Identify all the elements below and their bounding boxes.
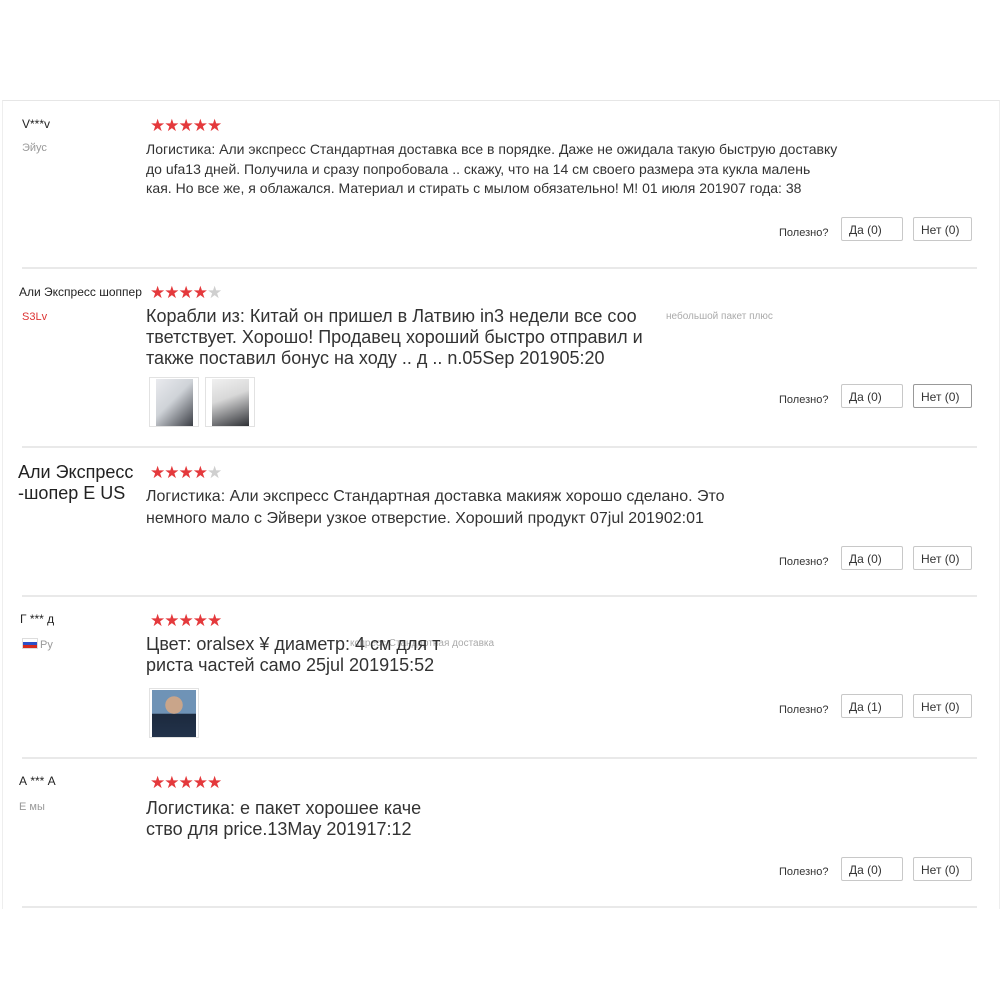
star-rating: ★★★★★ [150,283,222,302]
star-filled-icon: ★ [178,116,194,135]
review-photo-thumbnail[interactable] [149,688,199,738]
star-filled-icon: ★ [192,463,208,482]
review-text: Логистика: Али экспресс Стандартная дост… [146,141,838,196]
star-filled-icon: ★ [192,283,208,302]
reviewer-country: S3Lv [22,311,48,323]
star-filled-icon: ★ [207,611,222,630]
star-filled-icon: ★ [150,463,165,482]
helpful-label: Полезно? [779,394,829,406]
star-filled-icon: ★ [164,116,179,135]
star-filled-icon: ★ [150,283,165,302]
star-filled-icon: ★ [150,611,165,630]
star-filled-icon: ★ [207,773,222,792]
vote-no-button[interactable]: Нет (0) [913,694,972,718]
star-filled-icon: ★ [178,611,194,630]
star-filled-icon: ★ [192,116,208,135]
country-code: Ру [40,639,53,651]
star-rating: ★★★★★ [150,463,222,482]
vote-yes-button[interactable]: Да (0) [841,217,903,241]
review-text: Логистика: е пакет хорошее каче ство для… [146,798,422,839]
vote-yes-button[interactable]: Да (0) [841,857,903,881]
reviewer-name: Али Экспресс -шопер E US [18,462,134,503]
review-text: Корабли из: Китай он пришел в Латвию in3… [146,306,643,368]
star-empty-icon: ★ [207,463,222,482]
photo-image [156,379,193,426]
review-photo-thumbnail[interactable] [149,377,199,427]
star-rating: ★★★★★ [150,773,222,792]
star-filled-icon: ★ [192,773,208,792]
reviewer-country: Ру [22,638,53,651]
star-filled-icon: ★ [150,116,165,135]
divider [22,757,977,759]
divider [22,906,977,908]
divider [22,446,977,448]
vote-no-button[interactable]: Нет (0) [913,546,972,570]
helpful-label: Полезно? [779,227,829,239]
reviewer-country: E мы [19,801,45,813]
helpful-label: Полезно? [779,704,829,716]
star-filled-icon: ★ [164,463,179,482]
photo-image [212,379,249,426]
helpful-label: Полезно? [779,866,829,878]
vote-yes-button[interactable]: Да (0) [841,384,903,408]
reviewer-name: Али Экспресс шоппер [19,285,142,299]
vote-no-button[interactable]: Нет (0) [913,217,972,241]
reviewer-name: А *** А [19,774,56,788]
vote-no-button[interactable]: Нет (0) [913,857,972,881]
star-rating: ★★★★★ [150,611,222,630]
reviewer-country: Эйус [22,142,47,154]
star-rating: ★★★★★ [150,116,222,135]
review-text: Логистика: Али экспресс Стандартная дост… [146,488,725,527]
vote-yes-button[interactable]: Да (0) [841,546,903,570]
reviewer-name: V***v [22,117,51,131]
divider [22,267,977,269]
review-text: Цвет: oralsex ¥ диаметр: 4 см для т рист… [146,634,441,675]
photo-image [152,690,196,737]
star-filled-icon: ★ [192,611,208,630]
star-filled-icon: ★ [178,463,194,482]
helpful-label: Полезно? [779,556,829,568]
faded-text: небольшой пакет плюс [666,311,773,322]
star-filled-icon: ★ [164,773,179,792]
vote-no-button[interactable]: Нет (0) [913,384,972,408]
star-filled-icon: ★ [150,773,165,792]
reviewer-name: Г *** д [20,612,55,626]
star-filled-icon: ★ [178,773,194,792]
star-filled-icon: ★ [207,116,222,135]
divider [22,595,977,597]
star-filled-icon: ★ [178,283,194,302]
star-filled-icon: ★ [164,611,179,630]
review-photo-thumbnail[interactable] [205,377,255,427]
star-empty-icon: ★ [207,283,222,302]
vote-yes-button[interactable]: Да (1) [841,694,903,718]
star-filled-icon: ★ [164,283,179,302]
russia-flag-icon [22,638,38,649]
